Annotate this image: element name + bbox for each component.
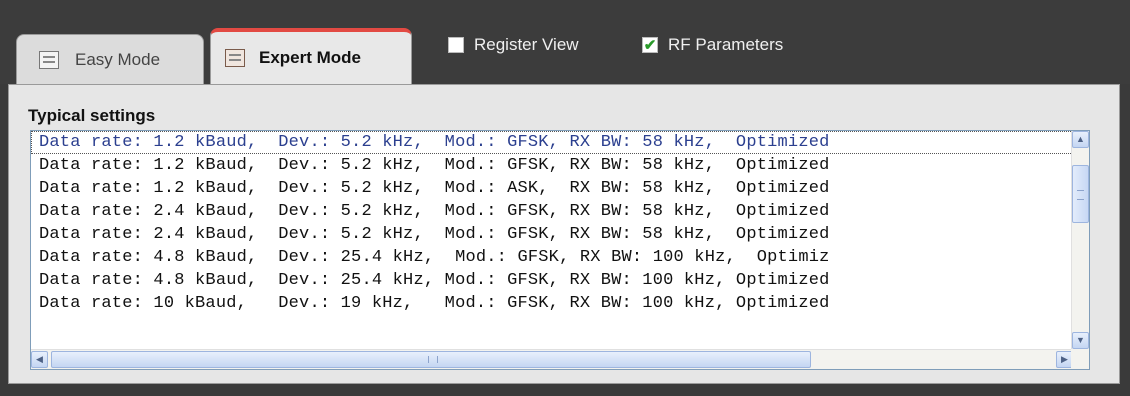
list-item[interactable]: Data rate: 4.8 kBaud, Dev.: 25.4 kHz, Mo… (31, 246, 1073, 269)
register-view-label: Register View (474, 35, 579, 54)
checkmark-icon: ✔ (643, 36, 657, 54)
rf-parameters-checkbox-box[interactable]: ✔ (642, 37, 658, 53)
rf-parameters-label: RF Parameters (668, 35, 784, 54)
tab-expert-mode[interactable]: Expert Mode (210, 28, 412, 84)
list-item[interactable]: Data rate: 1.2 kBaud, Dev.: 5.2 kHz, Mod… (31, 154, 1073, 177)
expert-mode-icon (225, 49, 245, 67)
vertical-scroll-thumb[interactable] (1072, 165, 1089, 223)
rf-parameters-checkbox[interactable]: ✔ RF Parameters (642, 34, 783, 56)
typical-settings-title: Typical settings (28, 106, 156, 125)
list-item[interactable]: Data rate: 1.2 kBaud, Dev.: 5.2 kHz, Mod… (31, 177, 1073, 200)
list-item[interactable]: Data rate: 10 kBaud, Dev.: 19 kHz, Mod.:… (31, 292, 1073, 315)
tab-easy-mode[interactable]: Easy Mode (16, 34, 204, 84)
vertical-scrollbar[interactable]: ▲ ▼ (1071, 131, 1089, 349)
easy-mode-icon (39, 50, 59, 69)
list-item[interactable]: Data rate: 2.4 kBaud, Dev.: 5.2 kHz, Mod… (31, 200, 1073, 223)
list-item[interactable]: Data rate: 2.4 kBaud, Dev.: 5.2 kHz, Mod… (31, 223, 1073, 246)
list-item[interactable]: Data rate: 1.2 kBaud, Dev.: 5.2 kHz, Mod… (31, 131, 1073, 154)
typical-settings-list[interactable]: Data rate: 1.2 kBaud, Dev.: 5.2 kHz, Mod… (30, 130, 1090, 370)
scrollbar-corner (1071, 349, 1089, 369)
tab-expert-mode-label: Expert Mode (259, 48, 362, 67)
scroll-left-icon[interactable]: ◀ (31, 351, 48, 368)
typical-settings-rows: Data rate: 1.2 kBaud, Dev.: 5.2 kHz, Mod… (31, 131, 1073, 349)
list-item[interactable]: Data rate: 4.8 kBaud, Dev.: 25.4 kHz, Mo… (31, 269, 1073, 292)
tab-easy-mode-label: Easy Mode (75, 49, 161, 69)
scroll-down-icon[interactable]: ▼ (1072, 332, 1089, 349)
horizontal-scrollbar[interactable]: ◀ ▶ (31, 349, 1073, 369)
register-view-checkbox[interactable]: Register View (448, 34, 579, 56)
register-view-checkbox-box[interactable] (448, 37, 464, 53)
horizontal-scroll-thumb[interactable] (51, 351, 811, 368)
scroll-up-icon[interactable]: ▲ (1072, 131, 1089, 148)
mode-toolbar: Easy Mode Expert Mode Register View ✔ RF… (0, 0, 1130, 84)
